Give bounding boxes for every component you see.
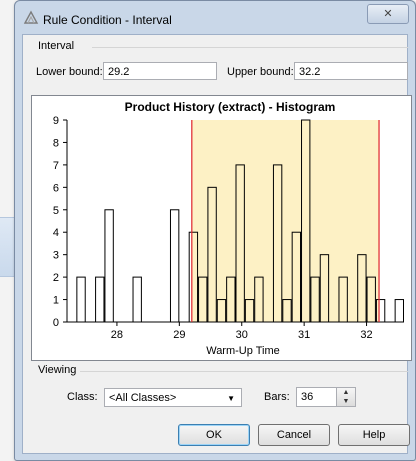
histogram-bar	[394, 299, 404, 323]
interval-group-line	[92, 47, 408, 48]
y-tick-label: 9	[53, 115, 59, 127]
chevron-down-icon: ▼	[227, 394, 235, 403]
app-icon	[23, 10, 39, 24]
upper-bound-label: Upper bound:	[227, 66, 294, 78]
x-tick-label: 30	[236, 329, 248, 341]
x-tick-label: 32	[360, 329, 372, 341]
class-label: Class:	[67, 391, 98, 403]
viewing-group-line	[80, 371, 408, 372]
interval-group-label: Interval	[36, 40, 77, 52]
y-tick-label: 2	[53, 272, 59, 284]
histogram-bar	[76, 276, 86, 323]
lower-bound-label: Lower bound:	[36, 66, 103, 78]
ok-button[interactable]: OK	[178, 424, 250, 446]
help-button[interactable]: Help	[338, 424, 410, 446]
lower-bound-input[interactable]: 29.2	[103, 62, 217, 80]
stepper-up-icon[interactable]: ▲	[337, 388, 355, 397]
histogram-bar	[95, 276, 105, 323]
x-tick-label: 29	[173, 329, 185, 341]
x-tick-label: 28	[111, 329, 123, 341]
y-tick-label: 6	[53, 182, 59, 194]
viewing-group-label: Viewing	[36, 364, 79, 376]
histogram-bar	[132, 276, 142, 323]
y-tick-label: 1	[53, 295, 59, 307]
window-title: Rule Condition - Interval	[43, 13, 172, 27]
bars-value: 36	[301, 391, 314, 403]
class-select[interactable]: <All Classes> ▼	[104, 388, 242, 407]
y-tick-label: 3	[53, 250, 59, 262]
bars-label: Bars:	[264, 391, 290, 403]
y-tick-label: 7	[53, 160, 59, 172]
stepper-down-icon[interactable]: ▼	[337, 397, 355, 406]
y-tick-label: 0	[53, 317, 59, 329]
histogram-bar	[104, 209, 114, 323]
x-axis-label: Warm-Up Time	[206, 345, 280, 357]
bars-stepper[interactable]: 36 ▲ ▼	[296, 387, 356, 407]
interval-band	[191, 120, 380, 322]
title-bar[interactable]: Rule Condition - Interval ✕	[15, 1, 415, 33]
histogram-svg: 0 1 2 3 4 5 6 7 8 9 28 29 30 31 32 Product History (ex…	[53, 100, 404, 357]
histogram-chart: 0 1 2 3 4 5 6 7 8 9 28 29 30 31 32 Product History (ex…	[31, 95, 412, 361]
close-icon: ✕	[383, 8, 393, 20]
chart-title: Product History (extract) - Histogram	[125, 100, 336, 114]
close-button[interactable]: ✕	[367, 4, 409, 24]
upper-bound-input[interactable]: 32.2	[294, 62, 408, 80]
y-tick-label: 4	[53, 227, 59, 239]
x-tick-label: 31	[298, 329, 310, 341]
class-select-value: <All Classes>	[109, 392, 177, 404]
y-tick-label: 8	[53, 137, 59, 149]
y-tick-label: 5	[53, 205, 59, 217]
histogram-bar	[169, 209, 180, 323]
stepper-buttons[interactable]: ▲ ▼	[336, 388, 355, 406]
cancel-button[interactable]: Cancel	[258, 424, 330, 446]
